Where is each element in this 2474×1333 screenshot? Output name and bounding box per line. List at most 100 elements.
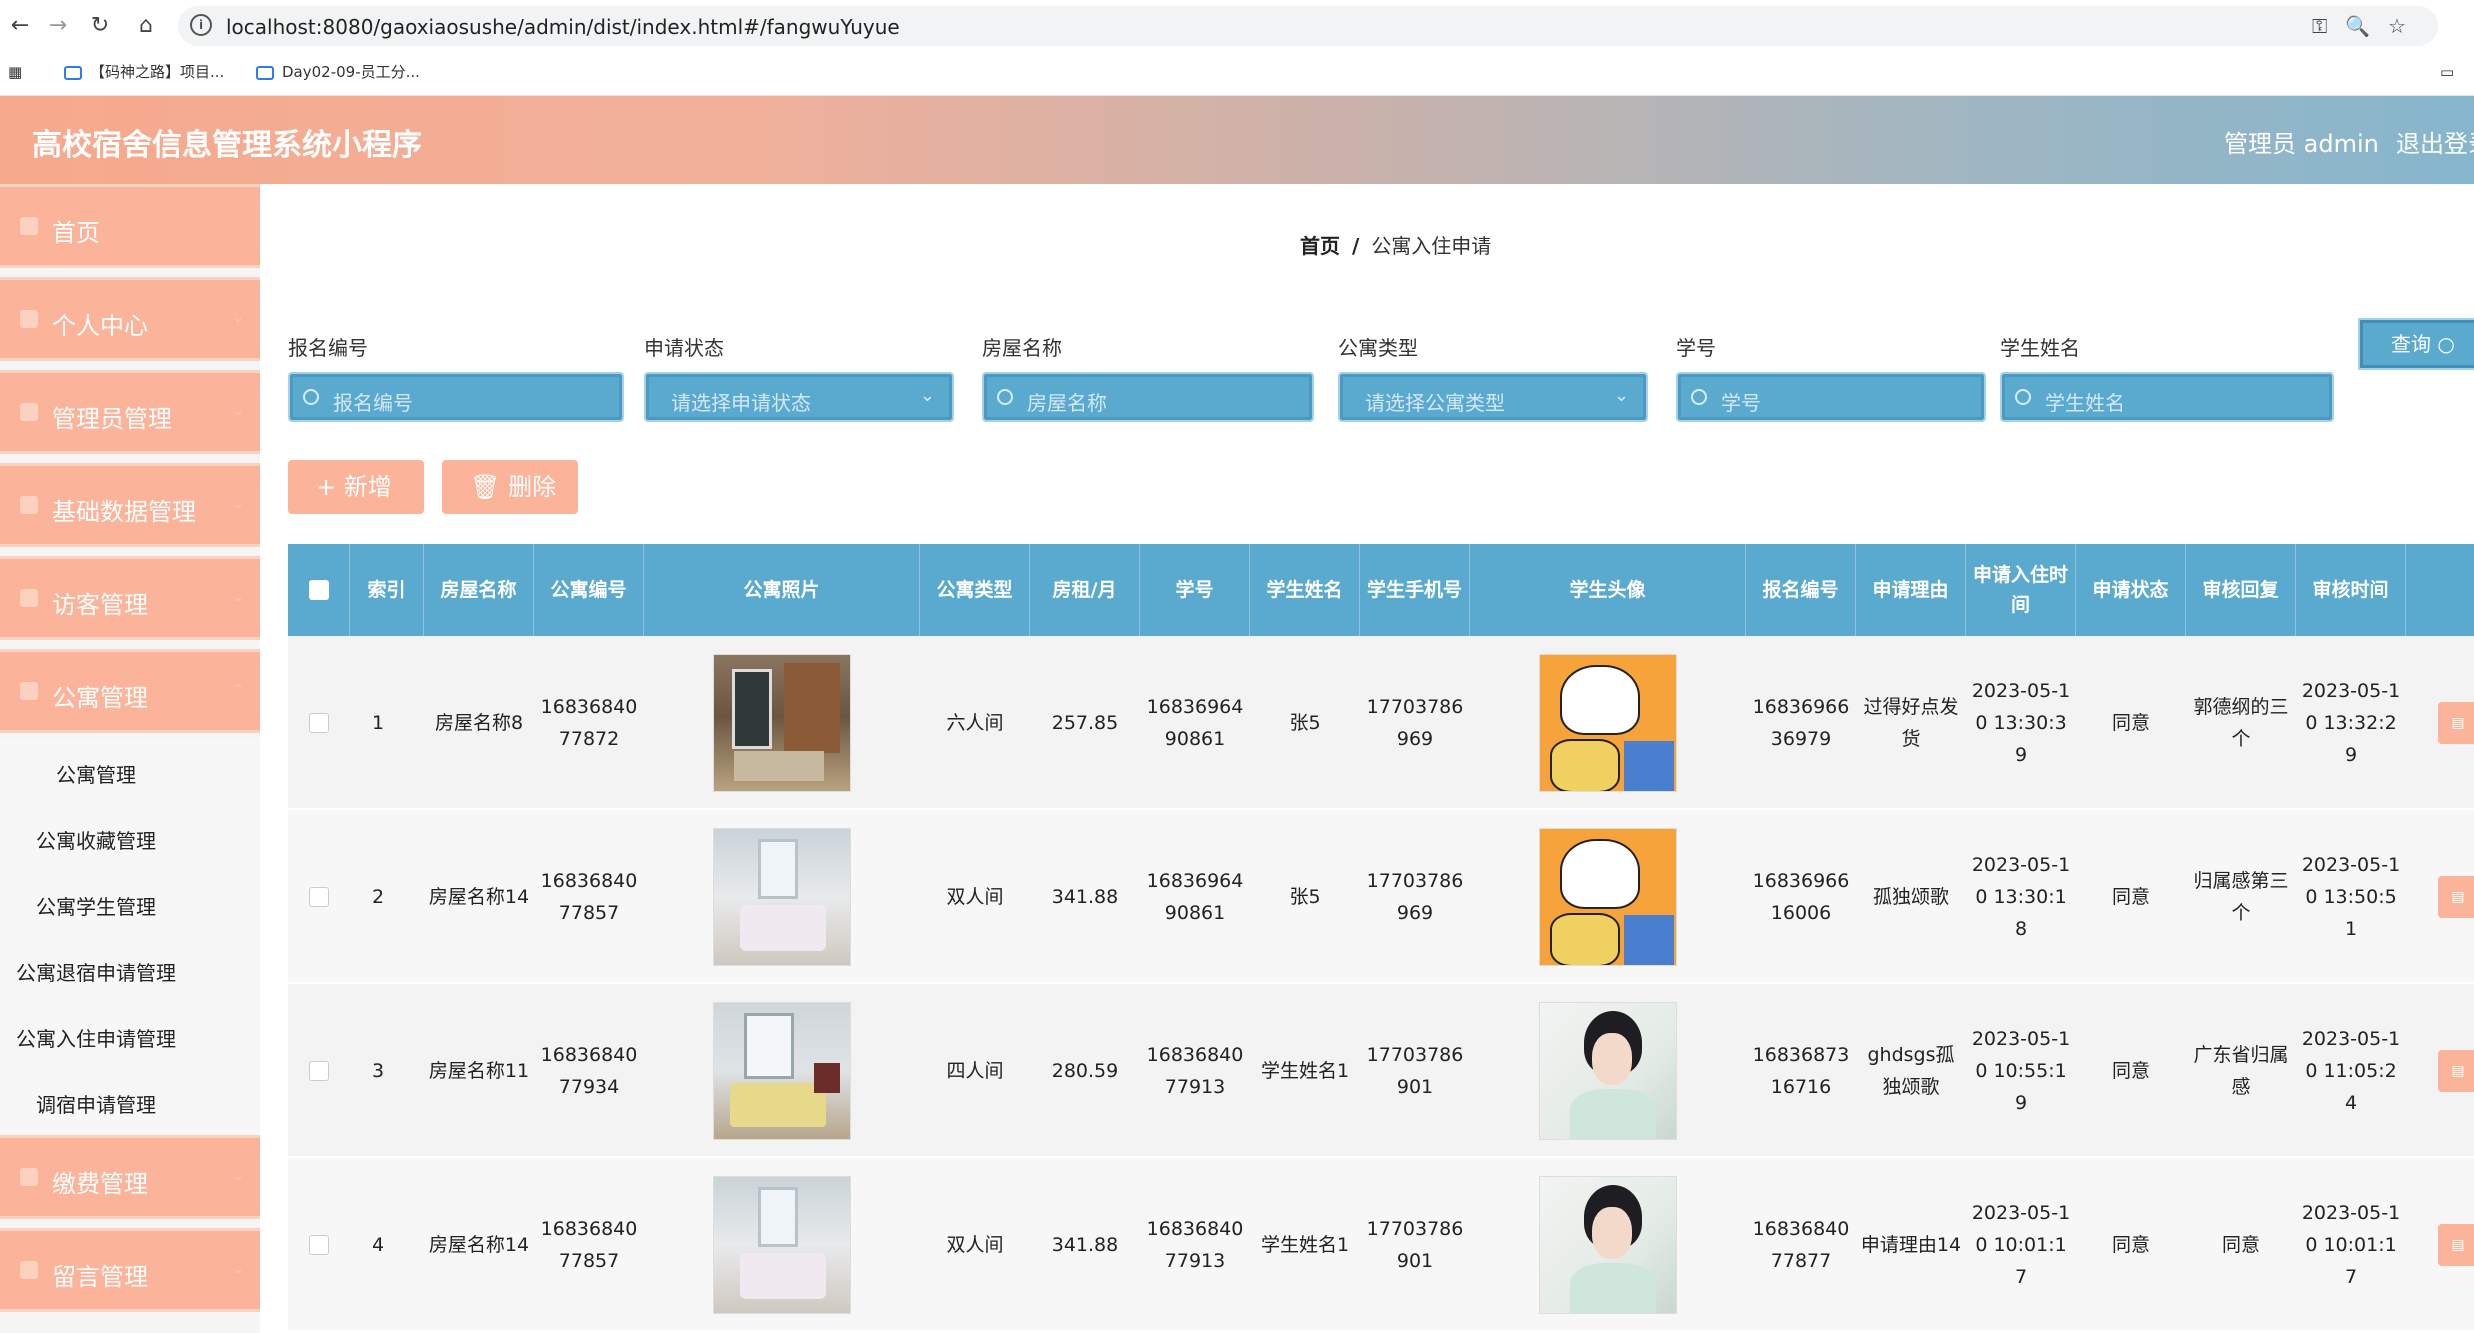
- cartoon-bag-shape: [1550, 739, 1620, 791]
- student-name-input[interactable]: 学生姓名: [2000, 372, 2334, 422]
- cell-reason: ghdsgs孤独颂歌: [1867, 1044, 1955, 1098]
- table-row[interactable]: 4 房屋名称14 1683684077857 双人间 341.88 168368…: [288, 1158, 2474, 1332]
- select-all-checkbox[interactable]: [308, 580, 329, 600]
- browser-toolbar: ← → ↻ ⌂ i localhost:8080/gaoxiaosushe/ad…: [0, 0, 2474, 96]
- student-avatar[interactable]: [1539, 828, 1677, 966]
- cell-rent: 280.59: [1051, 1060, 1119, 1082]
- column-header: 学生手机号: [1360, 544, 1470, 636]
- query-button[interactable]: 查询 ○: [2358, 318, 2474, 370]
- house-name-input[interactable]: 房屋名称: [982, 372, 1314, 422]
- address-bar-icons[interactable]: ⚿🔍☆: [2312, 14, 2424, 38]
- chevron-down-icon: ⌄: [232, 1168, 244, 1184]
- sidebar-item-basic-data[interactable]: 基础数据管理 ⌄: [0, 463, 260, 547]
- cell-reason: 孤独颂歌: [1872, 886, 1949, 908]
- apps-icon[interactable]: ▦: [8, 58, 22, 86]
- student-avatar[interactable]: [1539, 1176, 1677, 1314]
- url-text[interactable]: localhost:8080/gaoxiaosushe/admin/dist/i…: [226, 15, 900, 39]
- submenu-item[interactable]: 公寓收藏管理: [0, 805, 260, 871]
- filter-label: 报名编号: [288, 336, 368, 360]
- breadcrumb-separator: /: [1352, 234, 1360, 258]
- submenu-item[interactable]: 调宿申请管理: [0, 1069, 260, 1135]
- grid-icon: [20, 682, 38, 700]
- search-icon: [2015, 389, 2031, 405]
- user-icon: [20, 310, 38, 328]
- apartment-photo[interactable]: [713, 654, 851, 792]
- sidebar-item-payments[interactable]: 缴费管理 ⌄: [0, 1135, 260, 1219]
- registration-no-input[interactable]: 报名编号: [288, 372, 624, 422]
- logout-link[interactable]: 退出登录: [2396, 124, 2474, 159]
- sidebar-item-admin[interactable]: 管理员管理 ⌄: [0, 370, 260, 454]
- submenu-item[interactable]: 公寓学生管理: [0, 871, 260, 937]
- home-icon[interactable]: ⌂: [132, 12, 160, 40]
- delete-button[interactable]: 🗑 删除: [442, 460, 578, 514]
- submenu-item-active[interactable]: 公寓入住申请管理: [0, 1003, 260, 1069]
- cell-type: 双人间: [946, 1234, 1004, 1256]
- column-header: 审核时间: [2296, 544, 2406, 636]
- forward-icon[interactable]: →: [44, 12, 72, 40]
- row-action-button[interactable]: ▤: [2438, 1224, 2474, 1266]
- row-select-cell: [288, 1158, 350, 1332]
- student-no-input[interactable]: 学号: [1676, 372, 1986, 422]
- submenu-item[interactable]: 公寓管理: [0, 739, 260, 805]
- cell-student-no: 1683696490861: [1146, 696, 1244, 750]
- sidebar-item-visitors[interactable]: 访客管理 ⌄: [0, 556, 260, 640]
- column-header: 公寓照片: [644, 544, 920, 636]
- cell-apply-time: 2023-05-10 13:30:18: [1971, 854, 2071, 940]
- back-icon[interactable]: ←: [6, 12, 34, 40]
- bookmark-item[interactable]: Day02-09-员工分...: [256, 58, 420, 86]
- grid-icon: [20, 496, 38, 514]
- apartment-photo[interactable]: [713, 1176, 851, 1314]
- bed-shape: [734, 751, 824, 781]
- apartment-photo[interactable]: [713, 828, 851, 966]
- breadcrumb-home[interactable]: 首页: [1300, 234, 1340, 258]
- sidebar-item-label: 首页: [52, 219, 100, 247]
- row-action-button[interactable]: ▤: [2438, 702, 2474, 744]
- portrait-face-shape: [1592, 1033, 1632, 1085]
- row-action-button[interactable]: ▤: [2438, 1050, 2474, 1092]
- submenu-item[interactable]: 公寓退宿申请管理: [0, 937, 260, 1003]
- table-row[interactable]: 3 房屋名称11 1683684077934 四人间 280.59 168368…: [288, 984, 2474, 1158]
- cell-reg-no: 1683687316716: [1752, 1044, 1850, 1098]
- row-action-button[interactable]: ▤: [2438, 876, 2474, 918]
- status-select[interactable]: 请选择申请状态 ⌄: [644, 372, 954, 422]
- row-checkbox[interactable]: [309, 1235, 329, 1255]
- column-header: 公寓编号: [534, 544, 644, 636]
- student-avatar[interactable]: [1539, 654, 1677, 792]
- cell-phone: 17703786901: [1366, 1044, 1464, 1098]
- submenu-label: 公寓管理: [56, 763, 136, 787]
- address-bar[interactable]: i localhost:8080/gaoxiaosushe/admin/dist…: [178, 6, 2438, 46]
- add-button[interactable]: + 新增: [288, 460, 424, 514]
- row-checkbox[interactable]: [309, 713, 329, 733]
- cell-photo: [644, 1158, 920, 1332]
- cell-rent: 341.88: [1051, 1234, 1119, 1256]
- reload-icon[interactable]: ↻: [86, 12, 114, 40]
- window-shape: [732, 669, 772, 749]
- table-row[interactable]: 2 房屋名称14 1683684077857 双人间 341.88 168369…: [288, 810, 2474, 984]
- chevron-down-icon: ⌄: [232, 589, 244, 605]
- apartment-photo[interactable]: [713, 1002, 851, 1140]
- sidebar-item-messages[interactable]: 留言管理 ⌄: [0, 1228, 260, 1312]
- student-avatar[interactable]: [1539, 1002, 1677, 1140]
- placeholder: 房屋名称: [1027, 391, 1107, 415]
- portrait-body-shape: [1570, 1263, 1656, 1313]
- sidebar-item-label: 访客管理: [52, 591, 148, 619]
- folder-icon[interactable]: ▭: [2440, 58, 2454, 86]
- row-checkbox[interactable]: [309, 1061, 329, 1081]
- cell-type: 六人间: [946, 712, 1004, 734]
- apartment-type-select[interactable]: 请选择公寓类型 ⌄: [1338, 372, 1648, 422]
- row-checkbox[interactable]: [309, 887, 329, 907]
- cell-house: 房屋名称14: [428, 886, 530, 908]
- bookmark-item[interactable]: 【码神之路】项目...: [64, 58, 224, 86]
- table-row[interactable]: 1 房屋名称8 1683684077872 六人间 257.85 1683696…: [288, 636, 2474, 810]
- column-header: 房租/月: [1030, 544, 1140, 636]
- cell-avatar: [1470, 1158, 1746, 1332]
- sidebar-item-home[interactable]: 首页: [0, 184, 260, 268]
- cartoon-bag-shape: [1550, 913, 1620, 965]
- search-icon: ○: [2437, 332, 2455, 356]
- placeholder: 报名编号: [333, 391, 413, 415]
- sidebar-item-apartments[interactable]: 公寓管理 ⌃: [0, 649, 260, 733]
- chevron-down-icon: ⌄: [919, 385, 935, 406]
- sidebar-item-profile[interactable]: 个人中心 ⌄: [0, 277, 260, 361]
- info-icon[interactable]: i: [190, 14, 212, 36]
- submenu-label: 调宿申请管理: [36, 1093, 156, 1117]
